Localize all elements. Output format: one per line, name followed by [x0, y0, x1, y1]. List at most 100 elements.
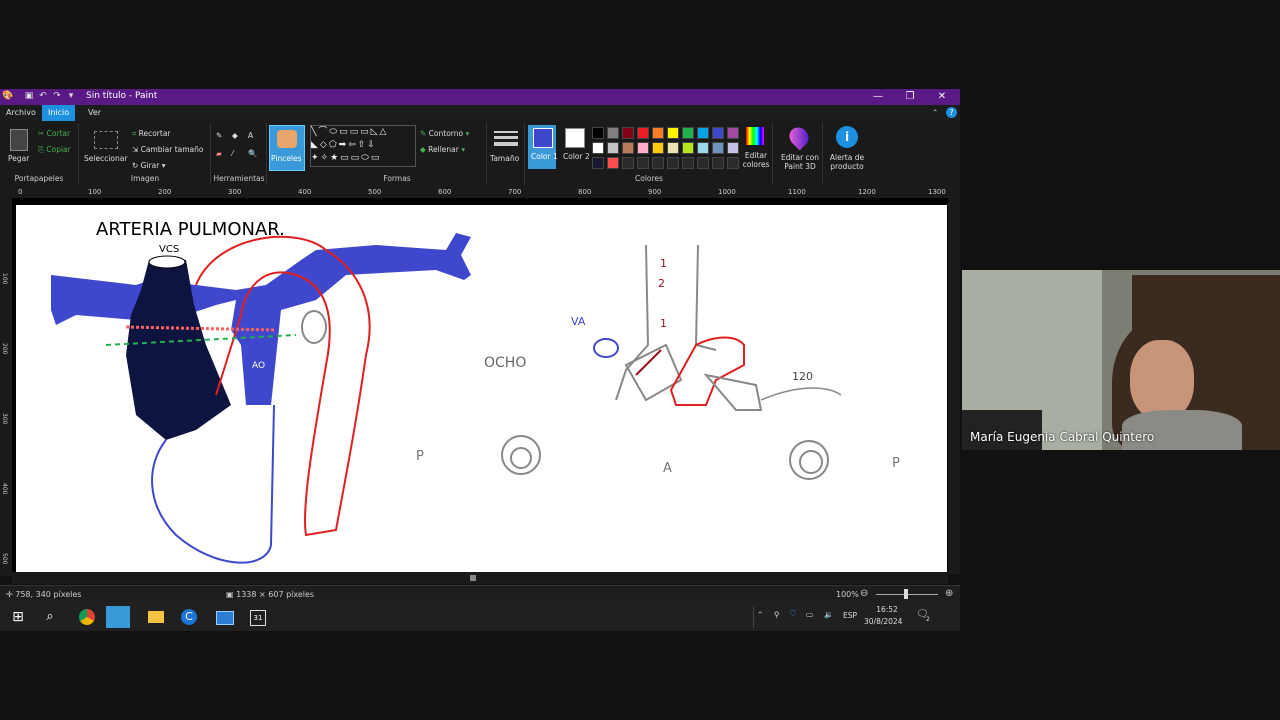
edit-colors-button[interactable]: Editar colores	[740, 151, 772, 169]
copy-label: Copiar	[46, 145, 71, 154]
shield-icon[interactable]: ⛉	[790, 609, 796, 619]
select-button[interactable]: Seleccionar	[84, 154, 127, 163]
color1-button[interactable]: Color 1	[528, 125, 558, 169]
palette-swatch[interactable]	[637, 142, 649, 154]
battery-icon[interactable]: ▭	[806, 610, 813, 619]
file-explorer-icon[interactable]	[144, 606, 168, 628]
windows-start-icon[interactable]: ⊞	[6, 606, 30, 628]
color-picker-icon[interactable]: ⁄	[232, 149, 233, 158]
palette-swatch[interactable]	[682, 157, 694, 169]
palette-swatch[interactable]	[682, 142, 694, 154]
palette-swatch[interactable]	[637, 157, 649, 169]
browser-icon[interactable]: C	[178, 606, 202, 628]
palette-swatch[interactable]	[697, 157, 709, 169]
eraser-icon[interactable]: ▰	[216, 149, 222, 158]
crop-button[interactable]: ⌗ Recortar	[132, 129, 171, 139]
size-button[interactable]: Tamaño	[490, 154, 519, 163]
paste-button[interactable]: Pegar	[8, 154, 29, 163]
palette-swatch[interactable]	[622, 127, 634, 139]
resize-button[interactable]: ⇲ Cambiar tamaño	[132, 145, 204, 154]
calendar-icon[interactable]: 31	[246, 606, 270, 628]
chrome-icon[interactable]	[76, 606, 100, 628]
palette-swatch[interactable]	[592, 142, 604, 154]
menu-ver[interactable]: Ver	[82, 105, 107, 121]
scroll-thumb[interactable]	[470, 575, 476, 581]
palette-swatch[interactable]	[607, 127, 619, 139]
maximize-button[interactable]: ❐	[894, 89, 926, 105]
palette-swatch[interactable]	[652, 157, 664, 169]
status-bar: ✛ 758, 340 píxeles ▣ 1338 × 607 píxeles …	[0, 585, 960, 603]
palette-swatch[interactable]	[727, 157, 739, 169]
network-icon[interactable]: ⚲	[774, 610, 780, 619]
redo-icon[interactable]: ↷	[52, 91, 62, 102]
ruler-tick-label: 1000	[718, 188, 736, 196]
tools-group: ✎ ◆ A ▰ ⁄ 🔍 Herramientas	[212, 123, 267, 185]
palette-swatch[interactable]	[652, 142, 664, 154]
palette-swatch[interactable]	[712, 142, 724, 154]
horizontal-scrollbar[interactable]	[12, 572, 948, 584]
clipboard-group-label: Portapapeles	[14, 174, 64, 183]
info-icon: i	[836, 126, 858, 148]
zoom-out-icon[interactable]: ⊖	[860, 588, 868, 599]
undo-icon[interactable]: ↶	[38, 91, 48, 102]
magnifier-icon[interactable]: 🔍	[248, 149, 257, 158]
palette-swatch[interactable]	[727, 142, 739, 154]
palette-swatch[interactable]	[667, 157, 679, 169]
fill-shape-button[interactable]: ◆ Rellenar ▾	[420, 145, 465, 154]
menu-inicio[interactable]: Inicio	[42, 105, 76, 121]
paint-taskbar-icon[interactable]	[106, 606, 130, 628]
palette-swatch[interactable]	[712, 127, 724, 139]
notifications-count: 2	[926, 616, 930, 623]
palette-swatch[interactable]	[607, 157, 619, 169]
collapse-ribbon-icon[interactable]: ⌃	[932, 108, 938, 117]
product-alert-button[interactable]: Alerta de producto	[824, 153, 870, 171]
brushes-button[interactable]: Pinceles	[269, 125, 305, 171]
drawing-canvas[interactable]: ARTERIA PULMONAR. VCS AO OCHO 1 2 1 VA 1…	[16, 205, 947, 572]
zoom-slider-thumb[interactable]	[904, 589, 908, 599]
vertical-scrollbar[interactable]	[948, 198, 960, 574]
fill-icon[interactable]: ◆	[232, 131, 238, 140]
save-icon[interactable]: ▣	[24, 91, 34, 102]
ruler-tick-label: 900	[648, 188, 662, 196]
rotate-button[interactable]: ↻ Girar ▾	[132, 161, 166, 170]
outline-button[interactable]: ✎ Contorno ▾	[420, 129, 469, 138]
palette-swatch[interactable]	[622, 142, 634, 154]
clock-time[interactable]: 16:52	[872, 605, 902, 614]
shapes-gallery[interactable]: ╲⌒⬭▭▭▭◺△ ◣◇⬠➡⇦⇧⇩ ✦✧★▭▭⬭▭	[310, 125, 416, 167]
palette-swatch[interactable]	[592, 127, 604, 139]
close-button[interactable]: ✕	[926, 89, 958, 105]
outline-label: Contorno	[428, 129, 464, 138]
paint3d-button[interactable]: Editar con Paint 3D	[778, 153, 822, 171]
palette-swatch[interactable]	[682, 127, 694, 139]
help-icon[interactable]: ?	[946, 107, 957, 118]
clock-date[interactable]: 30/8/2024	[864, 617, 902, 626]
palette-swatch[interactable]	[652, 127, 664, 139]
vruler-tick-label: 100	[1, 273, 8, 285]
palette-swatch[interactable]	[592, 157, 604, 169]
select-icon	[94, 131, 118, 149]
palette-swatch[interactable]	[637, 127, 649, 139]
palette-swatch[interactable]	[712, 157, 724, 169]
cut-button[interactable]: ✂ Cortar	[38, 129, 70, 138]
minimize-button[interactable]: —	[862, 89, 894, 105]
customize-toolbar-icon[interactable]: ▾	[66, 91, 76, 102]
palette-swatch[interactable]	[667, 127, 679, 139]
language-indicator[interactable]: ESP	[843, 611, 857, 620]
tray-expand-icon[interactable]: ⌃	[757, 610, 763, 619]
photos-icon[interactable]	[212, 606, 236, 628]
copy-button[interactable]: ⎘ Copiar	[38, 145, 71, 155]
menu-archivo[interactable]: Archivo	[0, 105, 42, 121]
palette-swatch[interactable]	[727, 127, 739, 139]
palette-swatch[interactable]	[697, 127, 709, 139]
palette-swatch[interactable]	[622, 157, 634, 169]
volume-icon[interactable]: 🔉	[824, 610, 833, 619]
palette-swatch[interactable]	[667, 142, 679, 154]
search-icon[interactable]: ⌕	[38, 606, 62, 628]
palette-swatch[interactable]	[697, 142, 709, 154]
color2-button[interactable]: Color 2	[560, 125, 590, 169]
pencil-icon[interactable]: ✎	[216, 131, 222, 140]
text-icon[interactable]: A	[248, 131, 253, 140]
zoom-in-icon[interactable]: ⊕	[945, 588, 953, 599]
edit-colors-icon	[746, 127, 764, 145]
palette-swatch[interactable]	[607, 142, 619, 154]
